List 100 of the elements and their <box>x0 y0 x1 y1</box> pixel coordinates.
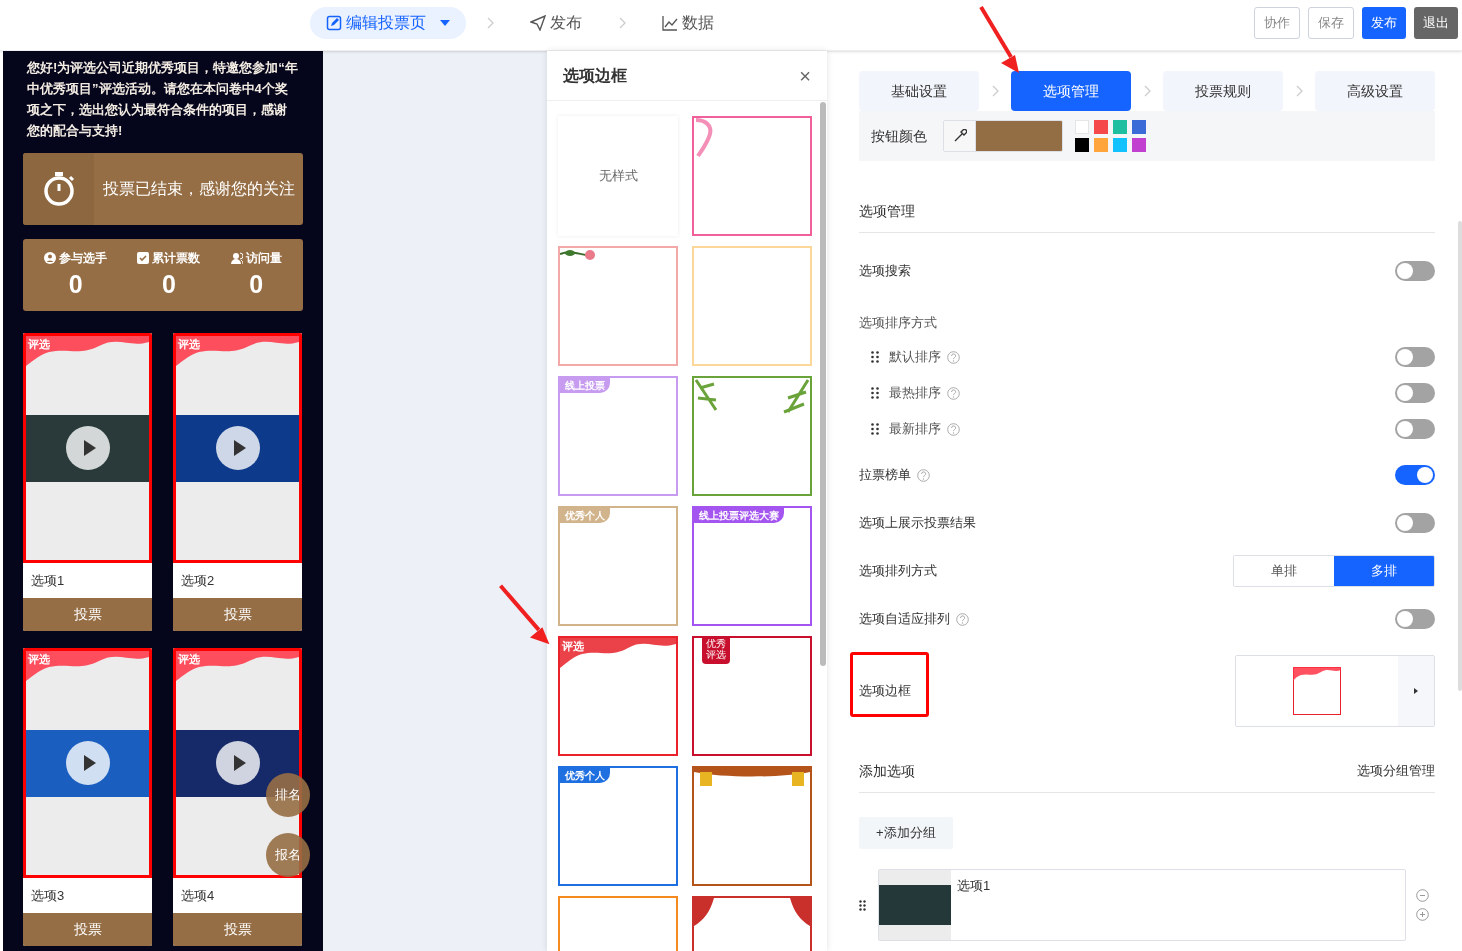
border-style-option[interactable] <box>692 376 812 496</box>
frame-caption: 评选 <box>178 652 200 667</box>
candidate-name: 选项3 <box>30 886 66 905</box>
option-name: 选项1 <box>956 877 991 895</box>
stat-label: 访问量 <box>245 250 282 267</box>
nav-step-tab[interactable]: 编辑投票页 <box>310 7 466 39</box>
toggle-switch[interactable] <box>1395 419 1435 439</box>
palette-color[interactable] <box>1094 120 1108 134</box>
setting-label: 选项搜索 <box>859 262 911 281</box>
publish-button[interactable]: 发布 <box>1362 7 1406 39</box>
toggle-switch[interactable] <box>1395 383 1435 403</box>
toggle-switch[interactable] <box>1395 513 1435 533</box>
option-tag: 线上投票 <box>560 378 610 393</box>
check-icon <box>137 252 150 264</box>
option-tag: 优秀个人 <box>560 768 610 783</box>
option-label: 无样式 <box>598 167 638 186</box>
drag-handle-icon <box>859 899 866 911</box>
setting-label: 默认排序 <box>889 348 941 367</box>
caret-down-icon <box>440 20 450 26</box>
border-style-option[interactable]: 无样式 <box>558 116 678 236</box>
frame-picker[interactable] <box>1235 655 1435 727</box>
drawer-title: 选项边框 <box>563 65 627 86</box>
border-style-option[interactable] <box>692 766 812 886</box>
stat-value: 0 <box>68 269 83 300</box>
help-icon <box>947 422 960 436</box>
minus-circle-icon <box>1416 889 1429 902</box>
candidate-name: 选项4 <box>180 886 216 905</box>
vote-button[interactable]: 投票 <box>173 598 302 631</box>
section-title: 选项管理 <box>859 201 1435 233</box>
toolbar-button[interactable]: 保存 <box>1308 7 1354 39</box>
vote-button[interactable]: 投票 <box>23 913 152 946</box>
nav-step-tab[interactable]: 数据 <box>646 7 730 39</box>
section-title: 添加选项 <box>859 762 915 781</box>
setting-label: 最新排序 <box>889 420 941 439</box>
border-style-option[interactable]: 优秀个人 <box>558 766 678 886</box>
border-style-option[interactable]: 优秀评选 <box>692 636 812 756</box>
setting-label: 选项上展示投票结果 <box>859 514 976 533</box>
border-style-option[interactable]: 线上投票评选大赛 <box>692 506 812 626</box>
stat-label: 累计票数 <box>152 250 201 267</box>
setting-label: 选项边框 <box>859 682 911 701</box>
palette-color[interactable] <box>1132 138 1146 152</box>
edit-icon <box>326 15 342 31</box>
vote-button[interactable]: 投票 <box>173 913 302 946</box>
user-icon <box>44 252 57 264</box>
play-icon <box>215 426 260 470</box>
stat-value: 0 <box>162 269 176 300</box>
palette-color[interactable] <box>1113 120 1127 134</box>
drag-handle-icon <box>871 387 879 399</box>
palette-color[interactable] <box>1132 120 1146 134</box>
plus-circle-icon <box>1416 908 1429 921</box>
vote-button[interactable]: 投票 <box>23 598 152 631</box>
border-style-option[interactable]: 评选 <box>558 636 678 756</box>
chevron-right-icon <box>486 17 494 29</box>
intro-text: 您好!为评选公司近期优秀项目，特邀您参加“年中优秀项目”评选活动。请您在本问卷中4个奖项之下，选出您认为最符合条件的项目，感谢您的配合与支持! <box>25 59 299 140</box>
nav-step-tab[interactable]: 发布 <box>514 7 598 39</box>
help-icon <box>947 386 960 400</box>
stopwatch-icon <box>41 171 76 207</box>
toggle-switch[interactable] <box>1395 347 1435 367</box>
chart-icon <box>662 15 678 31</box>
help-icon <box>947 350 960 364</box>
chevron-right-icon <box>1143 85 1151 97</box>
eyedropper-icon <box>952 129 967 143</box>
color-picker[interactable] <box>943 120 1063 152</box>
palette-color[interactable] <box>1075 138 1089 152</box>
palette-color[interactable] <box>1113 138 1127 152</box>
send-icon <box>530 15 546 31</box>
frame-caption: 评选 <box>28 652 50 667</box>
toggle-switch[interactable] <box>1395 609 1435 629</box>
settings-tab[interactable]: 高级设置 <box>1315 71 1435 111</box>
settings-tab[interactable]: 选项管理 <box>1011 71 1131 111</box>
video-placeholder <box>879 885 951 925</box>
add-group-button[interactable]: +添加分组 <box>859 817 953 849</box>
stat-label: 参与选手 <box>59 250 108 267</box>
stat-value: 0 <box>249 269 264 300</box>
group-manage-link[interactable]: 选项分组管理 <box>1357 761 1435 782</box>
close-button[interactable]: × <box>799 65 811 86</box>
setting-label: 选项排列方式 <box>859 562 937 581</box>
option-tag: 线上投票评选大赛 <box>694 508 784 523</box>
palette-color[interactable] <box>1094 138 1108 152</box>
toggle-switch[interactable] <box>1395 261 1435 281</box>
settings-tab[interactable]: 基础设置 <box>859 71 979 111</box>
candidate-name: 选项1 <box>30 571 66 590</box>
frame-caption: 评选 <box>178 337 200 352</box>
frame-preview-drawing <box>1293 667 1341 715</box>
caret-right-icon <box>1414 688 1418 694</box>
field-label: 按钮颜色 <box>871 126 927 146</box>
setting-label: 选项排序方式 <box>859 314 937 333</box>
toggle-switch[interactable] <box>1395 465 1435 485</box>
play-icon <box>65 741 110 785</box>
play-icon <box>215 741 260 785</box>
toolbar-button[interactable]: 退出 <box>1414 7 1458 39</box>
toolbar-button[interactable]: 协作 <box>1254 7 1300 39</box>
palette-color[interactable] <box>1075 120 1089 134</box>
play-icon <box>65 426 110 470</box>
settings-tab[interactable]: 投票规则 <box>1163 71 1283 111</box>
border-style-option[interactable] <box>692 116 812 236</box>
setting-label: 选项自适应排列 <box>859 610 950 629</box>
ribbon-drawing <box>694 118 714 158</box>
segment-option[interactable]: 多排 <box>1334 556 1434 586</box>
chevron-right-icon <box>618 17 626 29</box>
